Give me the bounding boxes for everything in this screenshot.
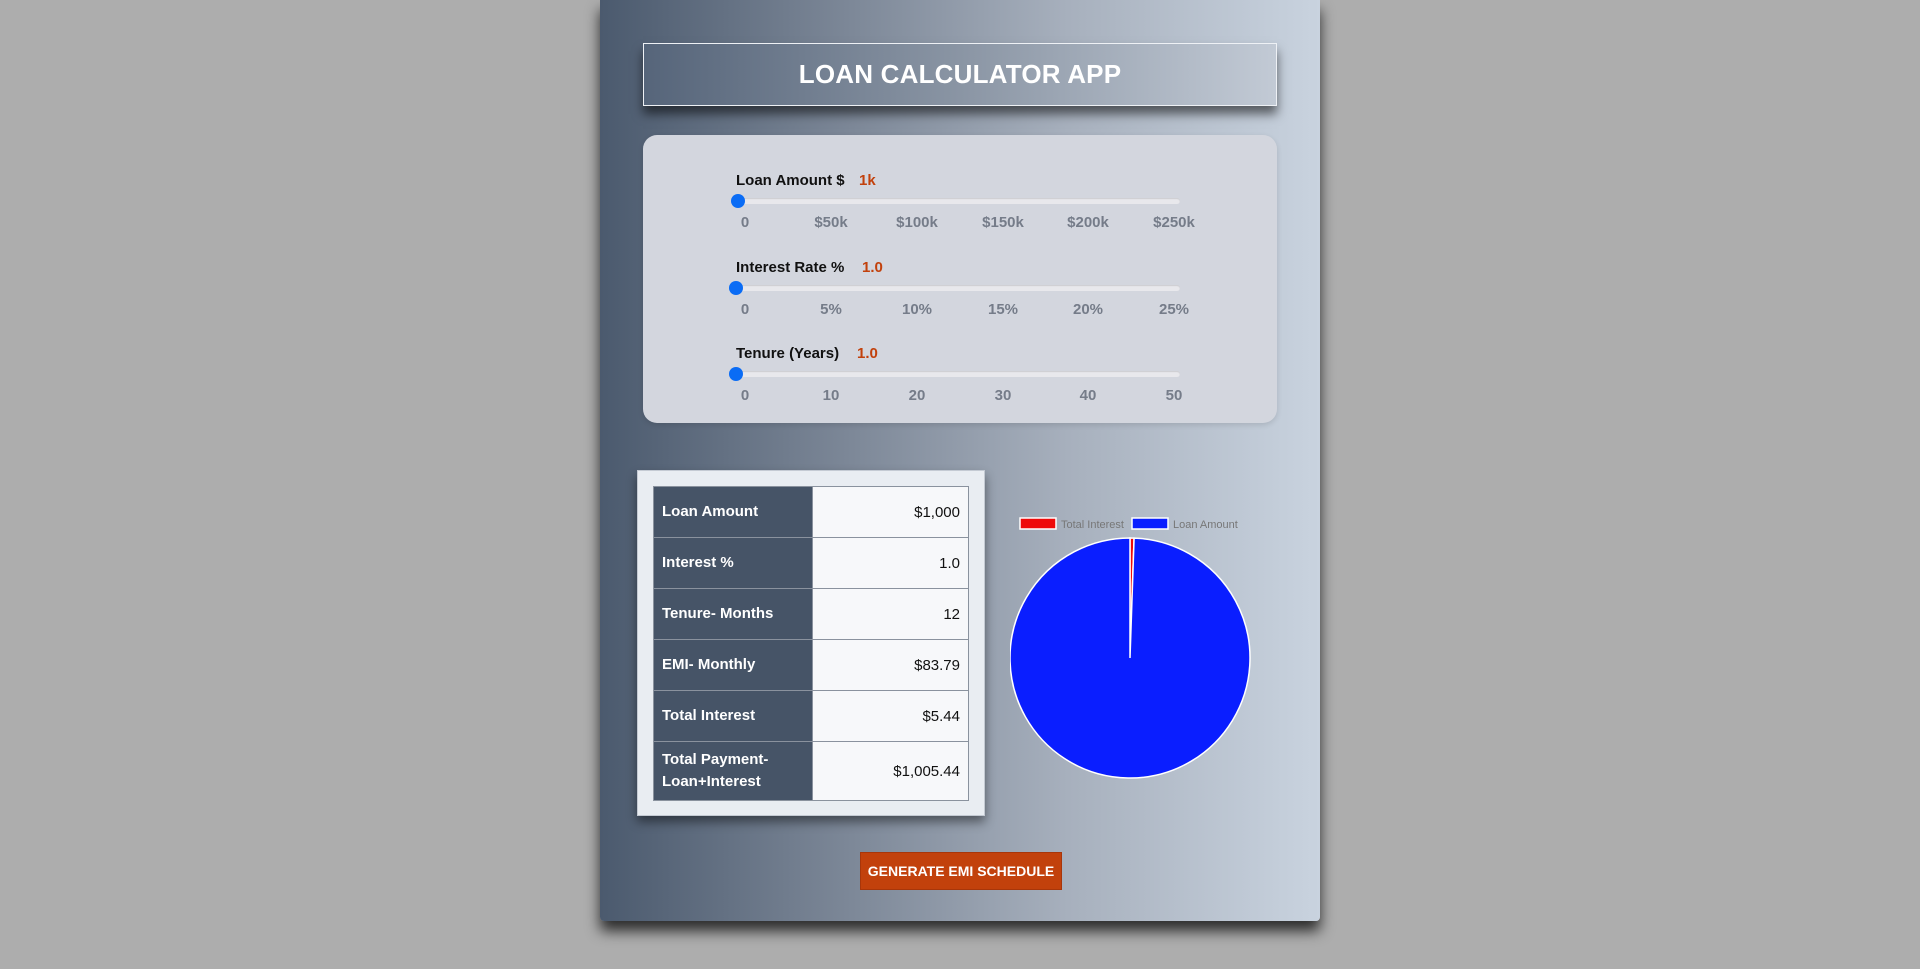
table-row: Loan Amount $1,000 — [653, 486, 969, 538]
summary-table: Loan Amount $1,000 Interest % 1.0 Tenure… — [653, 486, 969, 801]
summary-value: 12 — [812, 588, 969, 640]
interest-rate-tick: 25% — [1158, 301, 1190, 318]
emi-pie-chart: Total Interest Loan Amount — [1009, 508, 1260, 788]
tenure-tick: 40 — [1079, 387, 1097, 404]
tenure-tick: 50 — [1165, 387, 1183, 404]
summary-value: $1,000 — [812, 486, 969, 538]
summary-label: Total Interest — [653, 690, 813, 742]
loan-amount-slider[interactable] — [730, 194, 1180, 208]
summary-value: $1,005.44 — [812, 741, 969, 801]
tenure-slider-thumb[interactable] — [729, 367, 743, 381]
summary-value: $5.44 — [812, 690, 969, 742]
pie-chart-svg: Total Interest Loan Amount — [1009, 517, 1251, 779]
table-row: EMI- Monthly $83.79 — [653, 639, 969, 691]
interest-rate-tick: 0 — [740, 301, 750, 318]
loan-amount-tick: $100k — [896, 214, 938, 231]
tenure-value: 1.0 — [857, 345, 878, 362]
interest-rate-slider[interactable] — [729, 281, 1180, 295]
table-row: Interest % 1.0 — [653, 537, 969, 589]
interest-rate-tick: 10% — [901, 301, 933, 318]
interest-rate-slider-group: Interest Rate % 1.0 0 5% 10% 15% 20% 25% — [729, 259, 1196, 329]
summary-card: Loan Amount $1,000 Interest % 1.0 Tenure… — [637, 470, 985, 816]
summary-label: EMI- Monthly — [653, 639, 813, 691]
loan-calculator-app: LOAN CALCULATOR APP Loan Amount $ 1k 0 $… — [600, 0, 1320, 921]
table-row: Total Payment- Loan+Interest $1,005.44 — [653, 741, 969, 801]
app-header: LOAN CALCULATOR APP — [643, 43, 1277, 106]
summary-label: Interest % — [653, 537, 813, 589]
summary-value: 1.0 — [812, 537, 969, 589]
tenure-tick: 0 — [740, 387, 750, 404]
loan-amount-tick: 0 — [740, 214, 750, 231]
loan-amount-tick: $150k — [982, 214, 1024, 231]
generate-emi-schedule-button[interactable]: GENERATE EMI SCHEDULE — [860, 852, 1062, 890]
interest-rate-slider-thumb[interactable] — [729, 281, 743, 295]
tenure-tick: 10 — [822, 387, 840, 404]
tenure-slider[interactable] — [729, 367, 1180, 381]
interest-rate-label: Interest Rate % — [736, 259, 845, 276]
loan-amount-value: 1k — [859, 172, 876, 189]
sliders-panel: Loan Amount $ 1k 0 $50k $100k $150k $200… — [643, 135, 1277, 423]
pie-slice[interactable] — [1009, 537, 1251, 779]
loan-amount-label: Loan Amount $ — [736, 172, 845, 189]
summary-label: Total Payment- Loan+Interest — [653, 741, 813, 801]
loan-amount-tick: $50k — [814, 214, 848, 231]
legend-label[interactable]: Total Interest — [1061, 519, 1124, 531]
loan-amount-slider-thumb[interactable] — [730, 194, 745, 208]
loan-amount-tick: $250k — [1153, 214, 1195, 231]
table-row: Total Interest $5.44 — [653, 690, 969, 742]
interest-rate-tick: 5% — [820, 301, 842, 318]
tenure-tick: 20 — [908, 387, 926, 404]
summary-label: Tenure- Months — [653, 588, 813, 640]
tenure-tick: 30 — [994, 387, 1012, 404]
legend-swatch[interactable] — [1019, 517, 1057, 530]
interest-rate-tick: 15% — [987, 301, 1019, 318]
legend-swatch[interactable] — [1131, 517, 1169, 530]
tenure-label: Tenure (Years) — [736, 345, 840, 362]
loan-amount-tick: $200k — [1067, 214, 1109, 231]
summary-value: $83.79 — [812, 639, 969, 691]
summary-label: Loan Amount — [653, 486, 813, 538]
loan-amount-slider-group: Loan Amount $ 1k 0 $50k $100k $150k $200… — [730, 172, 1196, 242]
interest-rate-value: 1.0 — [862, 259, 883, 276]
table-row: Tenure- Months 12 — [653, 588, 969, 640]
tenure-slider-group: Tenure (Years) 1.0 0 10 20 30 40 50 — [729, 345, 1196, 415]
app-title: LOAN CALCULATOR APP — [798, 59, 1122, 89]
legend-label[interactable]: Loan Amount — [1173, 519, 1238, 531]
interest-rate-tick: 20% — [1072, 301, 1104, 318]
